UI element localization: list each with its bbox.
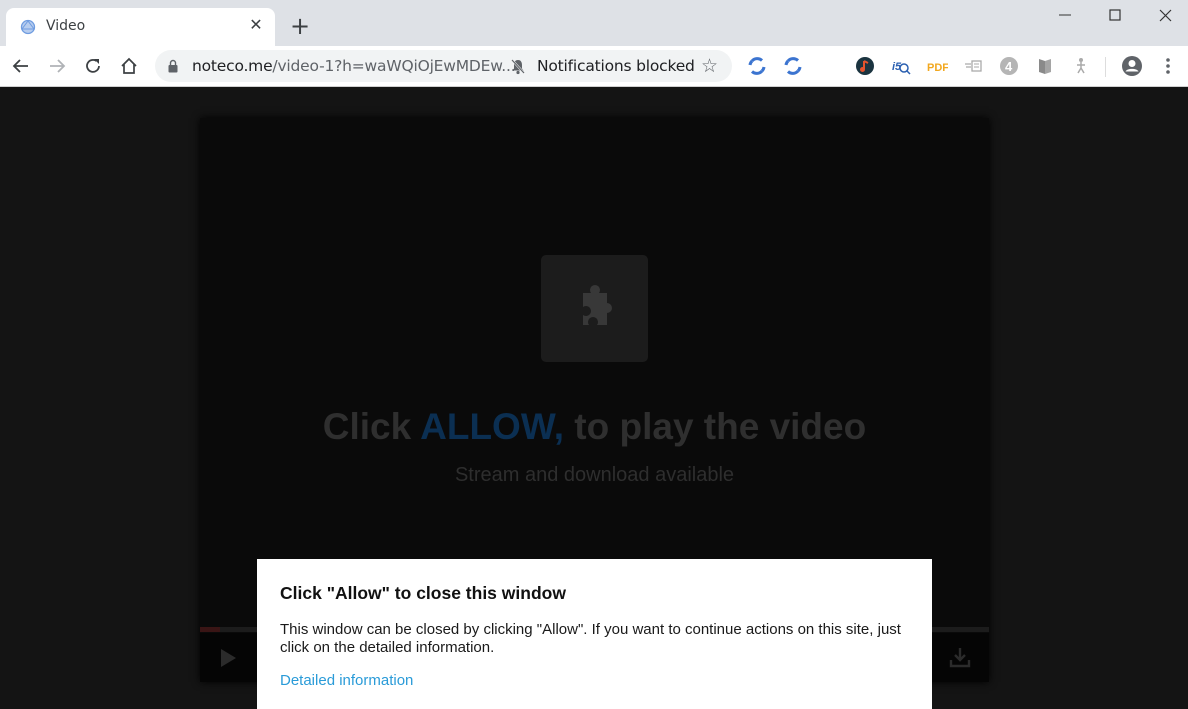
lock-icon[interactable]	[167, 59, 179, 78]
svg-text:4: 4	[1005, 59, 1013, 74]
dialog-body: This window can be closed by clicking "A…	[280, 621, 901, 656]
close-icon	[1159, 9, 1172, 22]
play-button[interactable]	[218, 647, 238, 674]
forward-button[interactable]	[43, 52, 71, 80]
number-four-extension-icon[interactable]: 4	[998, 55, 1020, 77]
url-text: noteco.me/video-1?h=waWQiOjEwMDEw...	[192, 57, 516, 75]
minimize-button[interactable]	[1040, 0, 1090, 32]
toolbar-divider	[1105, 57, 1106, 77]
globe-icon	[19, 18, 37, 36]
headline-suffix: to play the video	[574, 406, 867, 447]
figure-extension-icon[interactable]	[1070, 55, 1092, 77]
notifications-blocked-label[interactable]: Notifications blocked	[537, 57, 695, 75]
headline-prefix: Click	[322, 406, 412, 447]
play-icon	[221, 649, 236, 667]
plugin-placeholder[interactable]	[541, 255, 648, 362]
address-bar[interactable]: noteco.me/video-1?h=waWQiOjEwMDEw... Not…	[155, 50, 732, 82]
home-icon	[121, 57, 137, 74]
tab-video[interactable]: Video ✕	[6, 8, 275, 46]
stream-subline: Stream and download available	[454, 464, 735, 486]
profile-avatar-icon[interactable]	[1121, 55, 1143, 77]
minimize-icon	[1059, 14, 1071, 16]
sync-extension-icon[interactable]	[782, 55, 804, 77]
window-close-button[interactable]	[1140, 0, 1188, 32]
svg-text:PDF: PDF	[927, 62, 948, 74]
reload-icon	[86, 58, 100, 73]
new-tab-button[interactable]: +	[288, 14, 312, 38]
download-icon	[949, 648, 971, 668]
download-button[interactable]	[949, 646, 971, 673]
url-path: /video-1?h=waWQiOjEwMDEw...	[272, 57, 516, 75]
allow-notification-dialog: Click "Allow" to close this window This …	[257, 559, 932, 709]
home-button[interactable]	[115, 52, 143, 80]
reload-button[interactable]	[79, 52, 107, 80]
pdf-extension-icon[interactable]: PDF	[926, 55, 948, 77]
play-instruction-headline: Click ALLOW, to play the video	[200, 406, 989, 448]
tab-strip: Video ✕ +	[0, 0, 1188, 46]
bookmark-star-icon[interactable]: ☆	[701, 55, 718, 78]
dialog-title: Click "Allow" to close this window	[280, 583, 566, 603]
tab-close-icon[interactable]: ✕	[245, 15, 267, 37]
page-content: Click ALLOW, to play the video Stream an…	[0, 88, 1188, 709]
back-arrow-icon	[12, 59, 28, 73]
book-extension-icon[interactable]	[1034, 55, 1056, 77]
maximize-icon	[1109, 9, 1121, 21]
puzzle-piece-icon	[582, 284, 612, 325]
music-extension-icon[interactable]	[854, 55, 876, 77]
menu-kebab-icon[interactable]	[1157, 55, 1179, 77]
maximize-button[interactable]	[1090, 0, 1140, 32]
search-extension-icon[interactable]: i5	[890, 55, 912, 77]
back-button[interactable]	[7, 52, 35, 80]
sync-extension-icon[interactable]	[746, 55, 768, 77]
notifications-blocked-icon[interactable]	[510, 58, 526, 80]
url-domain: noteco.me	[192, 57, 273, 75]
arrow-extension-icon[interactable]	[962, 55, 984, 77]
video-progress-fill	[200, 627, 220, 632]
headline-allow: ALLOW,	[420, 406, 564, 447]
browser-toolbar: noteco.me/video-1?h=waWQiOjEwMDEw... Not…	[0, 46, 1188, 87]
forward-arrow-icon	[50, 59, 66, 73]
tab-title: Video	[46, 18, 86, 34]
detailed-information-link[interactable]: Detailed information	[280, 672, 413, 689]
